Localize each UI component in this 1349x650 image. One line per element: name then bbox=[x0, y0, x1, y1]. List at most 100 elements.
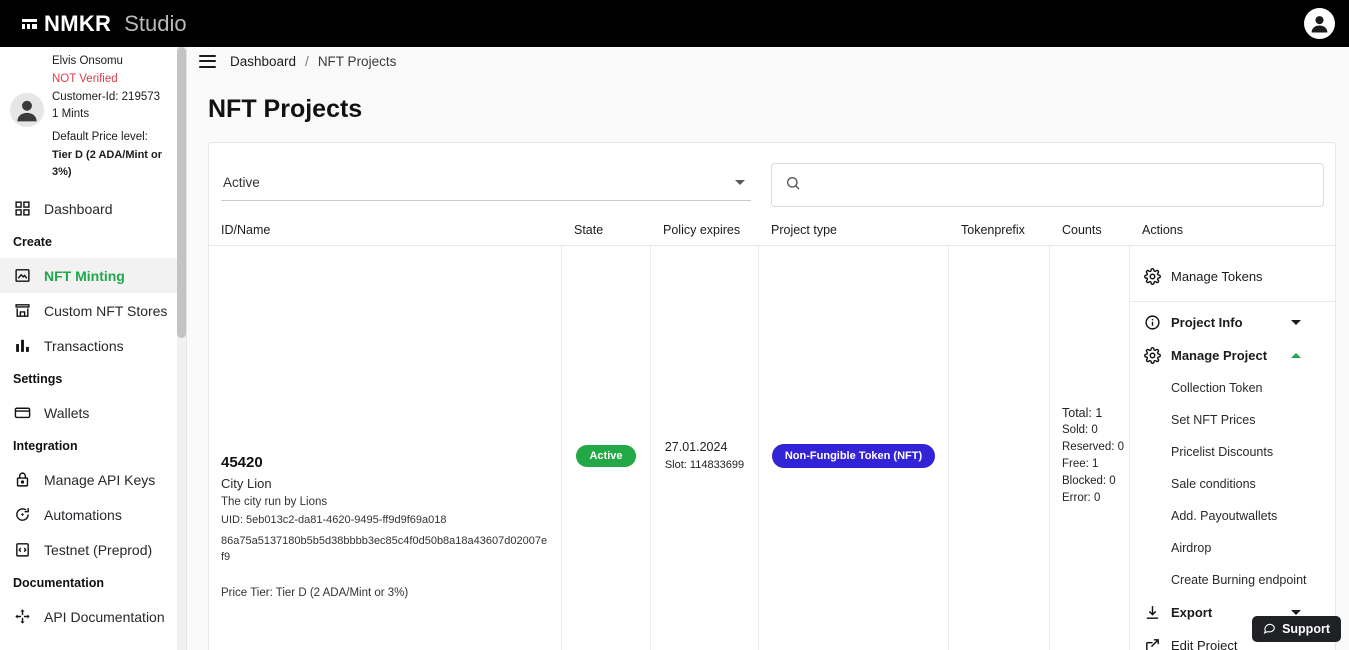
sidebar-section-documentation: Documentation bbox=[0, 567, 186, 599]
search-box[interactable] bbox=[771, 163, 1324, 207]
chat-bubble-icon bbox=[1263, 621, 1276, 637]
profile-mints: 1 Mints bbox=[52, 106, 176, 124]
cell-counts: Total: 1 Sold: 0 Reserved: 0 Free: 1 Blo… bbox=[1050, 246, 1130, 650]
action-collection-token[interactable]: Collection Token bbox=[1130, 372, 1335, 404]
counts-reserved: Reserved: 0 bbox=[1062, 439, 1124, 456]
table-row: 45420 City Lion The city run by Lions UI… bbox=[209, 245, 1335, 650]
hamburger-menu-icon[interactable] bbox=[199, 55, 216, 68]
policy-expiry-date: 27.01.2024 bbox=[665, 438, 744, 457]
download-icon bbox=[1143, 604, 1161, 622]
action-add-payoutwallets[interactable]: Add. Payoutwallets bbox=[1130, 500, 1335, 532]
chevron-down-icon bbox=[1291, 320, 1301, 325]
sidebar-item-manage-api-keys[interactable]: Manage API Keys bbox=[0, 462, 186, 497]
gear-icon bbox=[1143, 347, 1161, 365]
sidebar-scrollbar[interactable] bbox=[177, 47, 186, 650]
sidebar-section-settings: Settings bbox=[0, 363, 186, 395]
sidebar-item-label: NFT Minting bbox=[44, 268, 125, 284]
project-price-tier: Price Tier: Tier D (2 ADA/Mint or 3%) bbox=[221, 587, 549, 599]
column-header-id-name: ID/Name bbox=[221, 223, 574, 237]
project-uid-line1: UID: 5eb013c2-da81-4620-9495-ff9d9f69a01… bbox=[221, 513, 549, 529]
breadcrumb-dashboard[interactable]: Dashboard bbox=[230, 54, 296, 69]
column-header-counts: Counts bbox=[1062, 223, 1142, 237]
action-pricelist-discounts[interactable]: Pricelist Discounts bbox=[1130, 436, 1335, 468]
sidebar-item-label: Wallets bbox=[44, 405, 89, 421]
search-icon bbox=[785, 175, 801, 196]
actions-divider bbox=[1130, 301, 1335, 302]
breadcrumb-current: NFT Projects bbox=[318, 54, 397, 69]
logo-primary-text: NMKR bbox=[44, 11, 111, 37]
avatar bbox=[10, 93, 44, 127]
counts-blocked: Blocked: 0 bbox=[1062, 473, 1124, 490]
action-airdrop[interactable]: Airdrop bbox=[1130, 532, 1335, 564]
action-create-burning-endpoint[interactable]: Create Burning endpoint bbox=[1130, 564, 1335, 596]
counts-sold: Sold: 0 bbox=[1062, 422, 1124, 439]
profile-price-level-label: Default Price level: bbox=[52, 129, 176, 147]
counts-total: Total: 1 bbox=[1062, 404, 1124, 423]
project-id: 45420 bbox=[221, 454, 549, 471]
breadcrumb-separator: / bbox=[305, 54, 309, 69]
counts-free: Free: 1 bbox=[1062, 456, 1124, 473]
move-arrows-icon bbox=[13, 607, 32, 626]
sidebar-item-custom-nft-stores[interactable]: Custom NFT Stores bbox=[0, 293, 186, 328]
profile-name: Elvis Onsomu bbox=[52, 53, 176, 71]
support-label: Support bbox=[1282, 622, 1330, 636]
app-logo[interactable]: NMKR Studio bbox=[22, 11, 187, 37]
cell-state: Active bbox=[562, 246, 651, 650]
sidebar-item-automations[interactable]: Automations bbox=[0, 497, 186, 532]
project-name: City Lion bbox=[221, 476, 549, 491]
sidebar-item-nft-minting[interactable]: NFT Minting bbox=[0, 258, 186, 293]
projects-card: Active ID/Name State Policy expires Proj… bbox=[208, 142, 1336, 650]
sidebar-item-label: Automations bbox=[44, 507, 122, 523]
dashboard-grid-icon bbox=[13, 199, 32, 218]
sidebar-item-api-documentation[interactable]: API Documentation bbox=[0, 599, 186, 634]
column-header-state: State bbox=[574, 223, 663, 237]
action-set-nft-prices[interactable]: Set NFT Prices bbox=[1130, 404, 1335, 436]
search-input[interactable] bbox=[811, 178, 1291, 193]
sidebar-section-integration: Integration bbox=[0, 430, 186, 462]
counts-error: Error: 0 bbox=[1062, 490, 1124, 507]
action-label: Edit Project bbox=[1171, 638, 1237, 650]
action-label: Export bbox=[1171, 605, 1212, 620]
action-label: Project Info bbox=[1171, 315, 1243, 330]
sidebar-item-testnet-preprod[interactable]: Testnet (Preprod) bbox=[0, 532, 186, 567]
user-avatar-icon[interactable] bbox=[1304, 8, 1335, 39]
status-filter-select[interactable]: Active bbox=[221, 169, 751, 201]
action-project-info[interactable]: Project Info bbox=[1130, 306, 1335, 339]
cell-actions: Manage Tokens Project Info bbox=[1130, 246, 1335, 650]
image-icon bbox=[13, 266, 32, 285]
top-bar: NMKR Studio bbox=[0, 0, 1349, 47]
sidebar-item-transactions[interactable]: Transactions bbox=[0, 328, 186, 363]
actions-panel: Manage Tokens Project Info bbox=[1130, 246, 1335, 650]
column-header-actions: Actions bbox=[1142, 223, 1242, 237]
app-root: NMKR Studio Elvis Onsomu NOT Verified Cu… bbox=[0, 0, 1349, 650]
sidebar-item-dashboard[interactable]: Dashboard bbox=[0, 191, 186, 226]
filter-row: Active bbox=[209, 143, 1335, 215]
project-type-badge: Non-Fungible Token (NFT) bbox=[772, 444, 935, 468]
gear-icon bbox=[1143, 268, 1161, 286]
action-sale-conditions[interactable]: Sale conditions bbox=[1130, 468, 1335, 500]
chevron-down-icon bbox=[735, 180, 745, 185]
bar-chart-icon bbox=[13, 336, 32, 355]
cell-id-name: 45420 City Lion The city run by Lions UI… bbox=[209, 246, 562, 650]
action-manage-project[interactable]: Manage Project bbox=[1130, 339, 1335, 372]
sidebar-item-label: Testnet (Preprod) bbox=[44, 542, 152, 558]
lock-icon bbox=[13, 470, 32, 489]
action-label: Manage Project bbox=[1171, 348, 1267, 363]
column-header-project-type: Project type bbox=[771, 223, 961, 237]
edit-square-icon bbox=[1143, 637, 1161, 650]
column-header-policy-expires: Policy expires bbox=[663, 223, 771, 237]
sidebar-item-wallets[interactable]: Wallets bbox=[0, 395, 186, 430]
cell-policy-expires: 27.01.2024 Slot: 114833699 bbox=[651, 246, 759, 650]
support-button[interactable]: Support bbox=[1252, 616, 1341, 642]
sidebar-item-label: Manage API Keys bbox=[44, 472, 155, 488]
action-label: Manage Tokens bbox=[1171, 269, 1263, 284]
sidebar-item-label: Dashboard bbox=[44, 201, 113, 217]
nmkr-logo-icon bbox=[22, 17, 37, 31]
logo-secondary-text: Studio bbox=[124, 11, 186, 37]
policy-slot: Slot: 114833699 bbox=[665, 457, 744, 474]
sidebar-scrollbar-thumb[interactable] bbox=[177, 47, 186, 338]
project-description: The city run by Lions bbox=[221, 496, 549, 508]
column-header-tokenprefix: Tokenprefix bbox=[961, 223, 1062, 237]
action-manage-tokens[interactable]: Manage Tokens bbox=[1130, 260, 1335, 293]
status-filter-value: Active bbox=[223, 175, 260, 190]
